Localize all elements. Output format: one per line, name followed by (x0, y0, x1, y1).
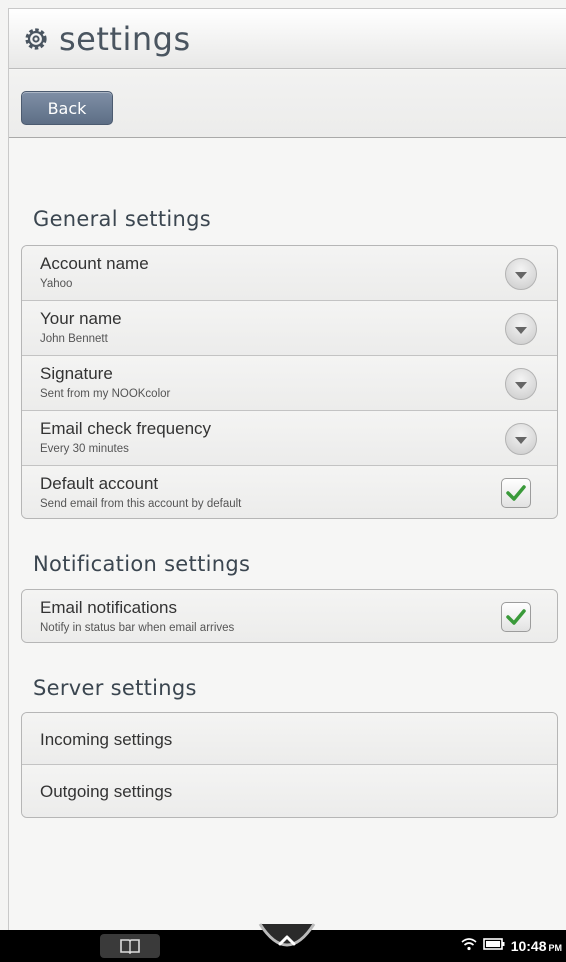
row-label: Outgoing settings (40, 782, 173, 801)
status-indicators: 10:48 PM (461, 930, 562, 962)
email-check-frequency-row[interactable]: Email check frequency Every 30 minutes (22, 411, 557, 466)
gear-icon (23, 26, 49, 52)
dropdown-arrow-icon[interactable] (505, 258, 537, 290)
server-settings-group: Incoming settings Outgoing settings (21, 712, 558, 818)
home-icon[interactable] (256, 922, 318, 962)
signature-row[interactable]: Signature Sent from my NOOKcolor (22, 356, 557, 411)
server-settings-heading: Server settings (33, 676, 197, 700)
checkmark-icon (506, 609, 526, 625)
general-settings-heading: General settings (33, 207, 211, 231)
row-value: John Bennett (40, 333, 108, 345)
row-value: Yahoo (40, 278, 73, 290)
row-label: Signature (40, 364, 113, 383)
email-notifications-checkbox[interactable] (501, 602, 531, 632)
row-label: Your name (40, 309, 122, 328)
row-label: Incoming settings (40, 730, 173, 749)
clock-time: 10:48 (510, 938, 547, 954)
system-status-bar: 10:48 PM (0, 923, 566, 962)
row-value: Notify in status bar when email arrives (40, 622, 235, 634)
row-label: Email notifications (40, 598, 178, 617)
row-value: Send email from this account by default (40, 498, 242, 510)
page-title: settings (59, 19, 191, 58)
row-label: Default account (40, 474, 159, 493)
title-bar: settings (9, 9, 566, 69)
general-settings-group: Account name Yahoo Your name John Bennet… (21, 245, 558, 519)
clock-ampm: PM (548, 943, 563, 953)
outgoing-settings-row[interactable]: Outgoing settings (22, 765, 557, 817)
back-button[interactable]: Back (21, 91, 113, 125)
checkmark-icon (506, 485, 526, 501)
account-name-row[interactable]: Account name Yahoo (22, 246, 557, 301)
row-label: Account name (40, 254, 149, 273)
wifi-icon (461, 937, 477, 956)
battery-icon (482, 937, 505, 956)
dropdown-arrow-icon[interactable] (505, 423, 537, 455)
dropdown-arrow-icon[interactable] (505, 368, 537, 400)
email-notifications-row[interactable]: Email notifications Notify in status bar… (22, 590, 557, 642)
notification-settings-group: Email notifications Notify in status bar… (21, 589, 558, 643)
row-value: Every 30 minutes (40, 443, 129, 455)
row-value: Sent from my NOOKcolor (40, 388, 171, 400)
incoming-settings-row[interactable]: Incoming settings (22, 713, 557, 765)
your-name-row[interactable]: Your name John Bennett (22, 301, 557, 356)
dropdown-arrow-icon[interactable] (505, 313, 537, 345)
default-account-row[interactable]: Default account Send email from this acc… (22, 466, 557, 518)
notification-settings-heading: Notification settings (33, 552, 251, 576)
nav-bar: Back (9, 70, 566, 138)
settings-screen: settings Back General settings Account n… (8, 8, 566, 930)
default-account-checkbox[interactable] (501, 478, 531, 508)
library-icon[interactable] (100, 934, 160, 958)
row-label: Email check frequency (40, 419, 212, 438)
